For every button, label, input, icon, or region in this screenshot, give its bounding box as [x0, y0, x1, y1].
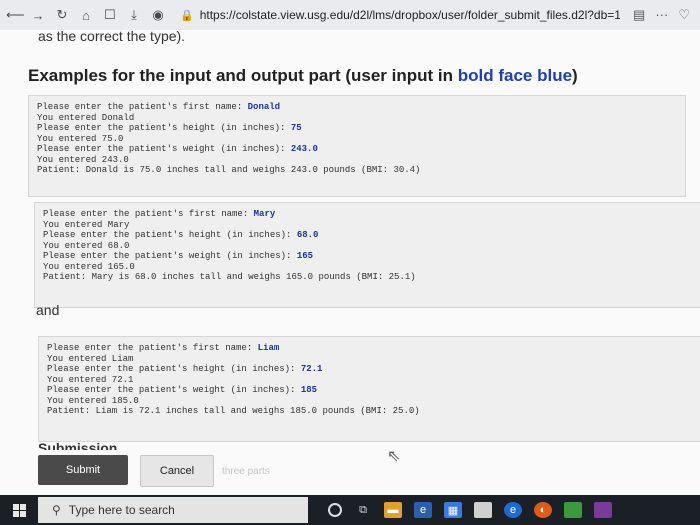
- console-line-text: You entered Mary: [43, 219, 130, 230]
- cortana-icon[interactable]: [328, 503, 342, 517]
- console-line-text: You entered 72.1: [47, 374, 134, 385]
- windows-taskbar: ⚲ Type here to search ⧉ ▬ e ▦ e ◐: [0, 495, 700, 525]
- console-user-input: Donald: [247, 102, 281, 112]
- console-line: Please enter the patient's height (in in…: [43, 230, 693, 241]
- console-user-input: 165: [296, 251, 314, 261]
- more-icon[interactable]: ···: [655, 7, 668, 23]
- console-line-text: Please enter the patient's first name:: [43, 209, 254, 219]
- console-line-text: Patient: Mary is 68.0 inches tall and we…: [43, 272, 416, 282]
- file-explorer-icon[interactable]: ▬: [384, 502, 402, 518]
- submit-button[interactable]: Submit: [38, 455, 128, 485]
- edge-icon[interactable]: e: [414, 502, 432, 518]
- console-line: You entered 243.0: [37, 155, 677, 166]
- console-line-text: You entered 185.0: [47, 395, 139, 406]
- submission-heading: Submission: [38, 440, 118, 450]
- console-line-text: You entered 165.0: [43, 261, 135, 272]
- console-line: Please enter the patient's weight (in in…: [47, 385, 697, 396]
- console-line: Please enter the patient's height (in in…: [47, 364, 697, 375]
- truncated-text: as the correct the type).: [38, 28, 186, 44]
- console-line-text: Patient: Donald is 75.0 inches tall and …: [37, 165, 421, 175]
- windows-start-icon[interactable]: [0, 495, 38, 525]
- console-example-3: Please enter the patient's first name: L…: [38, 336, 700, 442]
- console-line: You entered Donald: [37, 113, 677, 124]
- firefox-icon[interactable]: ◐: [534, 502, 552, 518]
- faded-text: three parts: [222, 466, 270, 477]
- console-line: You entered 68.0: [43, 241, 693, 252]
- console-line-text: Patient: Liam is 72.1 inches tall and we…: [47, 406, 420, 416]
- console-line-text: Please enter the patient's weight (in in…: [47, 385, 301, 395]
- console-line: Patient: Liam is 72.1 inches tall and we…: [47, 406, 697, 417]
- reader-icon[interactable]: ▤: [633, 7, 645, 23]
- url-bar[interactable]: 🔒 https://colstate.view.usg.edu/d2l/lms/…: [180, 5, 620, 25]
- pocket-icon[interactable]: ♡: [678, 7, 690, 23]
- taskbar-search[interactable]: ⚲ Type here to search: [38, 497, 308, 523]
- heading-blue-text: bold face blue: [457, 66, 573, 85]
- task-view-icon[interactable]: ⧉: [354, 502, 372, 518]
- console-user-input: 75: [290, 123, 302, 133]
- store-icon[interactable]: ▦: [444, 502, 462, 518]
- console-line: Please enter the patient's weight (in in…: [43, 251, 693, 262]
- console-line-text: You entered 68.0: [43, 240, 130, 251]
- console-line: You entered 75.0: [37, 134, 677, 145]
- heading-end-text: ): [572, 66, 578, 85]
- nav-icons: ⟵ → ↻ ⌂ ☐ ⤓ ◉: [0, 7, 166, 23]
- heading-text: Examples for the input and output part (…: [28, 66, 458, 85]
- console-line: Please enter the patient's height (in in…: [37, 123, 677, 134]
- shield-icon[interactable]: ◉: [150, 7, 166, 23]
- app-green-icon[interactable]: [564, 502, 582, 518]
- console-user-input: 243.0: [290, 144, 318, 154]
- console-line: You entered 165.0: [43, 262, 693, 273]
- console-line: Please enter the patient's first name: L…: [47, 343, 697, 354]
- console-user-input: 185: [300, 385, 318, 395]
- console-line-text: Please enter the patient's height (in in…: [47, 364, 301, 374]
- console-line-text: You entered 243.0: [37, 154, 129, 165]
- cancel-button[interactable]: Cancel: [140, 455, 214, 487]
- console-line: You entered 185.0: [47, 396, 697, 407]
- reload-icon[interactable]: ↻: [54, 7, 70, 23]
- console-line-text: Please enter the patient's weight (in in…: [43, 251, 297, 261]
- console-line: Please enter the patient's first name: D…: [37, 102, 677, 113]
- forward-icon[interactable]: →: [30, 8, 46, 23]
- page-heading: Examples for the input and output part (…: [28, 66, 578, 86]
- search-icon: ⚲: [52, 503, 61, 517]
- console-line-text: You entered Liam: [47, 353, 134, 364]
- app-purple-icon[interactable]: [594, 502, 612, 518]
- console-line: Patient: Donald is 75.0 inches tall and …: [37, 165, 677, 176]
- console-user-input: 72.1: [300, 364, 323, 374]
- console-line: You entered Liam: [47, 354, 697, 365]
- console-user-input: 68.0: [296, 230, 319, 240]
- taskbar-apps: ⧉ ▬ e ▦ e ◐: [328, 502, 612, 518]
- bookmark-icon[interactable]: ☐: [102, 7, 118, 23]
- url-text: https://colstate.view.usg.edu/d2l/lms/dr…: [199, 8, 620, 22]
- page-content: as the correct the type). Examples for t…: [0, 28, 700, 495]
- console-line-text: Please enter the patient's weight (in in…: [37, 144, 291, 154]
- lock-icon: 🔒: [180, 9, 194, 22]
- mouse-cursor-icon: ⇖: [387, 448, 401, 465]
- console-user-input: Mary: [253, 209, 276, 219]
- app-icon[interactable]: [474, 502, 492, 518]
- console-line: Please enter the patient's weight (in in…: [37, 144, 677, 155]
- and-label: and: [36, 302, 60, 318]
- console-line-text: You entered Donald: [37, 112, 135, 123]
- download-icon[interactable]: ⤓: [126, 7, 142, 23]
- console-line: Patient: Mary is 68.0 inches tall and we…: [43, 272, 693, 283]
- console-example-1: Please enter the patient's first name: D…: [28, 95, 686, 197]
- console-line: You entered 72.1: [47, 375, 697, 386]
- console-line-text: Please enter the patient's height (in in…: [37, 123, 291, 133]
- browser-toolbar: ⟵ → ↻ ⌂ ☐ ⤓ ◉ 🔒 https://colstate.view.us…: [0, 0, 700, 31]
- console-example-2: Please enter the patient's first name: M…: [34, 202, 700, 308]
- console-line-text: Please enter the patient's first name:: [37, 102, 248, 112]
- back-icon[interactable]: ⟵: [6, 7, 25, 23]
- console-line: Please enter the patient's first name: M…: [43, 209, 693, 220]
- ie-icon[interactable]: e: [504, 502, 522, 518]
- console-line-text: Please enter the patient's first name:: [47, 343, 258, 353]
- console-line-text: You entered 75.0: [37, 133, 124, 144]
- console-line-text: Please enter the patient's height (in in…: [43, 230, 297, 240]
- console-user-input: Liam: [257, 343, 280, 353]
- taskbar-search-text: Type here to search: [68, 503, 175, 517]
- browser-actions: ▤ ··· ♡: [633, 7, 700, 23]
- console-line: You entered Mary: [43, 220, 693, 231]
- home-icon[interactable]: ⌂: [78, 8, 94, 23]
